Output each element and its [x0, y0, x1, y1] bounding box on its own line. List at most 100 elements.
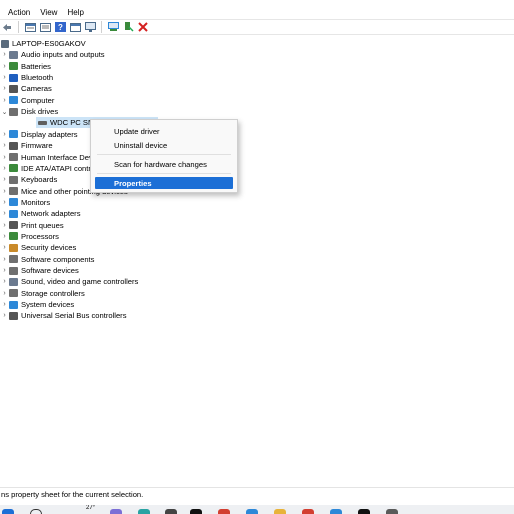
chevron-right-icon[interactable]: › [0, 165, 9, 172]
help-icon[interactable]: ? [54, 22, 66, 33]
tree-root[interactable]: LAPTOP-ES0GAKOV [1, 38, 86, 49]
tree-item-label: Universal Serial Bus controllers [21, 311, 127, 321]
chevron-right-icon[interactable]: › [0, 210, 9, 217]
tree-item-label: Computer [21, 95, 55, 105]
speaker-icon [9, 50, 18, 59]
enable-device-icon[interactable] [122, 22, 134, 33]
app-icon[interactable] [246, 509, 258, 514]
app-icon[interactable] [165, 509, 177, 514]
tree-item[interactable]: › System devices [0, 299, 74, 310]
tree-item[interactable]: › Batteries [0, 61, 51, 72]
tree-item[interactable]: › Keyboards [0, 174, 57, 185]
tree-item[interactable]: › Sound, video and game controllers [0, 276, 138, 287]
tree-item[interactable]: › Display adapters [0, 129, 78, 140]
chevron-right-icon[interactable]: › [0, 142, 9, 149]
tree-item[interactable]: ⌄ Disk drives [0, 106, 59, 117]
bluetooth-icon [9, 73, 18, 82]
chevron-right-icon[interactable]: › [0, 233, 9, 240]
menu-separator [97, 173, 231, 174]
toolbar-divider [18, 21, 19, 33]
app-icon[interactable] [386, 509, 398, 514]
menu-view[interactable]: View [35, 8, 62, 17]
app-icon[interactable] [302, 509, 314, 514]
uninstall-x-icon[interactable] [137, 22, 149, 33]
chevron-right-icon[interactable]: › [0, 51, 9, 58]
tree-item-label: Print queues [21, 220, 64, 230]
software-component-icon [9, 255, 18, 264]
chevron-down-icon[interactable]: ⌄ [0, 108, 9, 116]
tree-item-label: Storage controllers [21, 288, 85, 298]
storage-icon [9, 289, 18, 298]
chevron-right-icon[interactable]: › [0, 154, 9, 161]
app-icon[interactable] [330, 509, 342, 514]
view-icon[interactable] [69, 22, 81, 33]
menu-item-uninstall-device[interactable]: Uninstall device [91, 139, 237, 151]
tree-item[interactable]: › Security devices [0, 242, 76, 253]
app-icon[interactable] [218, 509, 230, 514]
disk-icon [9, 107, 18, 116]
folder-icon[interactable] [274, 509, 286, 514]
tree-item[interactable]: › Storage controllers [0, 288, 85, 299]
tree-item[interactable]: › Network adapters [0, 208, 80, 219]
chevron-right-icon[interactable]: › [0, 199, 9, 206]
chevron-right-icon[interactable]: › [0, 301, 9, 308]
update-driver-icon[interactable] [39, 22, 51, 33]
tree-item[interactable]: › Bluetooth [0, 72, 53, 83]
tree-item[interactable]: › Audio inputs and outputs [0, 49, 104, 60]
chevron-right-icon[interactable]: › [0, 244, 9, 251]
app-icon[interactable] [358, 509, 370, 514]
menu-item-scan-hardware[interactable]: Scan for hardware changes [91, 158, 237, 170]
tree-item[interactable]: › Print queues [0, 220, 64, 231]
firmware-icon [9, 141, 18, 150]
chevron-right-icon[interactable]: › [0, 290, 9, 297]
menu-separator [97, 154, 231, 155]
weather-text[interactable]: 27° [86, 505, 95, 511]
chevron-right-icon[interactable]: › [0, 63, 9, 70]
tree-item[interactable]: › Cameras [0, 83, 51, 94]
search-icon[interactable] [30, 509, 42, 514]
chevron-right-icon[interactable]: › [0, 85, 9, 92]
tree-item-label: Processors [21, 231, 59, 241]
printer-icon [9, 221, 18, 230]
app-icon[interactable] [138, 509, 150, 514]
menu-item-properties[interactable]: Properties [95, 177, 233, 189]
computer-icon [9, 96, 18, 105]
tree-item[interactable]: › Computer [0, 95, 54, 106]
tree-item-label: Sound, video and game controllers [21, 277, 139, 287]
menu-item-update-driver[interactable]: Update driver [91, 125, 237, 137]
chevron-right-icon[interactable]: › [0, 222, 9, 229]
tree-item-label: System devices [21, 300, 75, 310]
tree-item[interactable]: › Software devices [0, 265, 79, 276]
tree-item-label: Bluetooth [21, 73, 54, 83]
tree-item[interactable]: › Software components [0, 254, 94, 265]
tree-item-label: Monitors [21, 197, 51, 207]
chevron-right-icon[interactable]: › [0, 256, 9, 263]
ide-icon [9, 164, 18, 173]
tree-item[interactable]: › Monitors [0, 197, 50, 208]
system-icon [9, 300, 18, 309]
app-icon[interactable] [110, 509, 122, 514]
tree-item-label: Display adapters [21, 129, 78, 139]
svg-text:?: ? [58, 23, 63, 32]
chevron-right-icon[interactable]: › [0, 188, 9, 195]
menu-action[interactable]: Action [3, 8, 35, 17]
menu-help[interactable]: Help [62, 8, 88, 17]
chevron-right-icon[interactable]: › [0, 312, 9, 319]
chevron-right-icon[interactable]: › [0, 267, 9, 274]
back-arrow-icon[interactable] [1, 22, 13, 33]
tree-item-label: Security devices [21, 243, 77, 253]
monitor-icon[interactable] [84, 22, 96, 33]
tree-item[interactable]: › Processors [0, 231, 59, 242]
chevron-right-icon[interactable]: › [0, 278, 9, 285]
chevron-right-icon[interactable]: › [0, 176, 9, 183]
chevron-right-icon[interactable]: › [0, 97, 9, 104]
properties-grid-icon[interactable] [24, 22, 36, 33]
app-icon[interactable] [190, 509, 202, 514]
scan-icon[interactable] [107, 22, 119, 33]
tree-item[interactable]: › Universal Serial Bus controllers [0, 310, 127, 321]
start-icon[interactable] [2, 509, 14, 514]
chevron-right-icon[interactable]: › [0, 131, 9, 138]
chevron-right-icon[interactable]: › [0, 74, 9, 81]
menu-bar: Action View Help [0, 6, 514, 19]
tree-item[interactable]: › Firmware [0, 140, 52, 151]
